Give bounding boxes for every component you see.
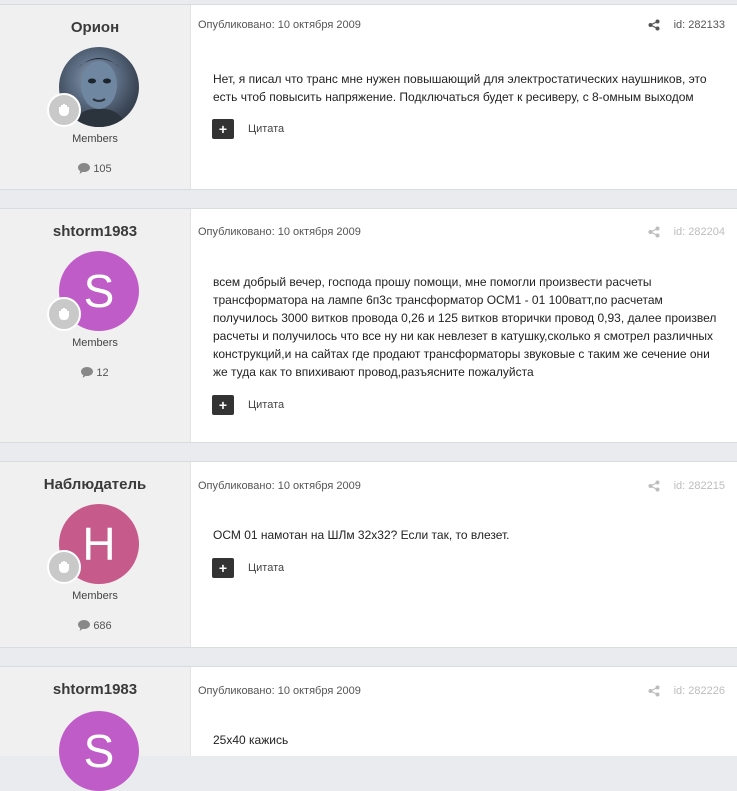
content-line: расчеты и получилось что все ну ни как н… (213, 329, 713, 343)
content-line: Нет, я писал что транс мне нужен повышаю… (213, 72, 707, 86)
plus-icon: + (218, 397, 228, 413)
quote-button[interactable]: + (212, 558, 234, 578)
post-date: Опубликовано: 10 октября 2009 (198, 226, 361, 238)
post-meta: id: 282215 (648, 480, 725, 492)
author-group: Members (72, 337, 118, 349)
quote-label[interactable]: Цитата (248, 399, 284, 411)
avatar[interactable]: S (59, 711, 139, 791)
post-meta: id: 282133 (648, 19, 725, 31)
content-line: ОСМ 01 намотан на ШЛм 32х32? Если так, т… (213, 528, 510, 542)
rank-badge-icon (47, 550, 81, 584)
quote-button[interactable]: + (212, 395, 234, 415)
plus-icon: + (218, 560, 228, 576)
content-line: получилось 3000 витков провода 0,26 и 12… (213, 311, 717, 325)
content-line: 25х40 кажись (213, 733, 289, 747)
author-name[interactable]: shtorm1983 (0, 223, 190, 240)
rank-badge-icon (47, 297, 81, 331)
author-panel: Орион Members 105 (0, 5, 191, 189)
content-line: трансформатора на лампе 6п3с трансформат… (213, 293, 663, 307)
post-id: id: 282226 (673, 685, 725, 697)
share-icon[interactable] (648, 685, 660, 697)
post-count-value: 105 (93, 163, 112, 175)
post-content: 25х40 кажись (213, 731, 723, 749)
post: Наблюдатель H Members 686 Опубликовано: … (0, 461, 737, 648)
post: shtorm1983 S Опубликовано: 10 октября 20… (0, 666, 737, 791)
post-count-value: 12 (96, 367, 109, 379)
author-panel: Наблюдатель H Members 686 (0, 462, 191, 647)
author-name[interactable]: shtorm1983 (0, 681, 190, 698)
author-group: Members (72, 590, 118, 602)
quote-label[interactable]: Цитата (248, 562, 284, 574)
post-content: ОСМ 01 намотан на ШЛм 32х32? Если так, т… (213, 526, 723, 544)
post: Орион Members 105 Опубликовано: 10 октяб… (0, 4, 737, 190)
post-id: id: 282133 (673, 19, 725, 31)
comment-icon (78, 163, 91, 174)
post-id: id: 282215 (673, 480, 725, 492)
author-post-count: 686 (0, 620, 190, 632)
post-count-value: 686 (93, 620, 112, 632)
content-line: конструкций,и на сайтах где продают тран… (213, 347, 710, 361)
post-content: Нет, я писал что транс мне нужен повышаю… (213, 70, 723, 106)
author-panel: shtorm1983 S (0, 667, 191, 791)
content-line: есть чтоб повысить напряжение. Подключат… (213, 90, 694, 104)
author-post-count: 105 (0, 163, 190, 175)
post: shtorm1983 S Members 12 Опубликовано: 10… (0, 208, 737, 443)
plus-icon: + (218, 121, 228, 137)
content-line: же туда как то впихивают провод,разъясни… (213, 365, 534, 379)
post-meta: id: 282226 (648, 685, 725, 697)
post-content: всем добрый вечер, господа прошу помощи,… (213, 273, 723, 381)
share-icon[interactable] (648, 226, 660, 238)
post-date: Опубликовано: 10 октября 2009 (198, 480, 361, 492)
post-id: id: 282204 (673, 226, 725, 238)
post-date: Опубликовано: 10 октября 2009 (198, 19, 361, 31)
comment-icon (78, 620, 91, 631)
post-meta: id: 282204 (648, 226, 725, 238)
share-icon[interactable] (648, 480, 660, 492)
post-date: Опубликовано: 10 октября 2009 (198, 685, 361, 697)
share-icon[interactable] (648, 19, 660, 31)
author-group: Members (72, 133, 118, 145)
quote-label[interactable]: Цитата (248, 123, 284, 135)
author-name[interactable]: Орион (0, 19, 190, 36)
comment-icon (81, 367, 94, 378)
content-line: всем добрый вечер, господа прошу помощи,… (213, 275, 652, 289)
rank-badge-icon (47, 93, 81, 127)
quote-button[interactable]: + (212, 119, 234, 139)
author-panel: shtorm1983 S Members 12 (0, 209, 191, 442)
author-post-count: 12 (0, 367, 190, 379)
author-name[interactable]: Наблюдатель (0, 476, 190, 493)
